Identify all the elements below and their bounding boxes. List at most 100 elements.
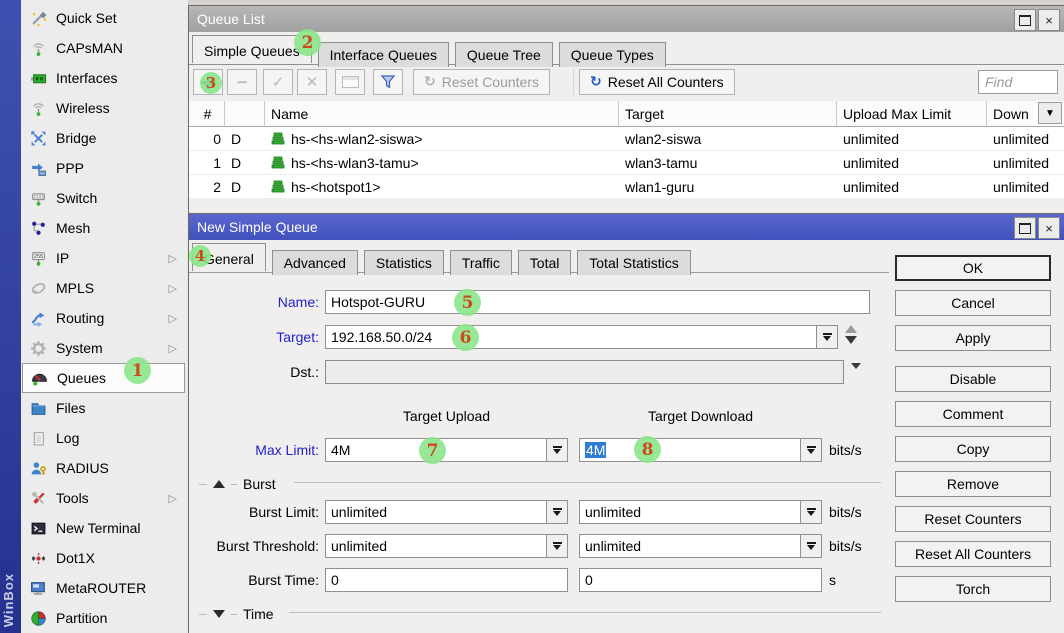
sidebar-item-mpls[interactable]: MPLS ▷: [22, 273, 185, 303]
sidebar-item-metarouter[interactable]: MetaROUTER: [22, 573, 185, 603]
col-header-flags[interactable]: [225, 101, 265, 126]
burst-limit-download-dropdown[interactable]: [800, 500, 822, 524]
disable-button[interactable]: ✕: [297, 69, 327, 95]
table-row[interactable]: 1 D hs-<hs-wlan3-tamu> wlan3-tamu unlimi…: [189, 151, 1064, 175]
remove-button[interactable]: Remove: [895, 471, 1051, 497]
maximize-icon[interactable]: [1014, 217, 1036, 239]
col-header-upload-max-limit[interactable]: Upload Max Limit: [837, 101, 987, 126]
max-limit-download-field[interactable]: 4M: [579, 438, 801, 462]
burst-time-upload-field[interactable]: 0: [325, 568, 568, 592]
sidebar-item-system[interactable]: System ▷: [22, 333, 185, 363]
mpls-tag-icon: [30, 280, 47, 297]
check-icon: ✓: [271, 73, 285, 91]
tab-advanced[interactable]: Advanced: [271, 250, 358, 275]
col-header-num[interactable]: #: [189, 101, 225, 126]
sidebar-item-ip[interactable]: 255 IP ▷: [22, 243, 185, 273]
apply-button[interactable]: Apply: [895, 325, 1051, 351]
queue-list-titlebar[interactable]: Queue List ×: [189, 6, 1064, 32]
burst-time-download-field[interactable]: 0: [579, 568, 822, 592]
sidebar-item-quick-set[interactable]: Quick Set: [22, 3, 185, 33]
tab-total[interactable]: Total: [517, 250, 572, 275]
submenu-arrow-icon: ▷: [168, 282, 177, 295]
sidebar-item-bridge[interactable]: Bridge: [22, 123, 185, 153]
burst-limit-download-field[interactable]: unlimited: [579, 500, 801, 524]
burst-limit-upload-dropdown[interactable]: [546, 500, 568, 524]
target-field[interactable]: 192.168.50.0/24: [325, 325, 817, 349]
burst-limit-upload-field[interactable]: unlimited: [325, 500, 547, 524]
table-row[interactable]: 0 D hs-<hs-wlan2-siswa> wlan2-siswa unli…: [189, 127, 1064, 151]
sidebar-item-ppp[interactable]: PPP: [22, 153, 185, 183]
column-select-button[interactable]: ▼: [1038, 102, 1062, 124]
annotation-6: 6: [452, 324, 479, 351]
remove-button[interactable]: −: [227, 69, 257, 95]
submenu-arrow-icon: ▷: [168, 252, 177, 265]
target-dropdown-button[interactable]: [816, 325, 838, 349]
find-input[interactable]: [978, 70, 1058, 94]
enable-button[interactable]: ✓: [263, 69, 293, 95]
simple-queue-icon: [271, 132, 285, 145]
dst-field[interactable]: [325, 360, 844, 384]
target-download-column-header: Target Download: [647, 408, 754, 424]
torch-button[interactable]: Torch: [895, 576, 1051, 602]
annotation-4: 4: [189, 245, 211, 267]
target-add-remove-spinner[interactable]: [845, 325, 857, 344]
sidebar-item-radius[interactable]: RADIUS: [22, 453, 185, 483]
sidebar-item-wireless[interactable]: Wireless: [22, 93, 185, 123]
tab-queue-types[interactable]: Queue Types: [558, 42, 666, 67]
sidebar-item-tools[interactable]: Tools ▷: [22, 483, 185, 513]
maximize-icon[interactable]: [1014, 9, 1036, 31]
dst-dropdown-arrow[interactable]: [851, 363, 861, 385]
tab-traffic[interactable]: Traffic: [449, 250, 512, 275]
burst-threshold-download-field[interactable]: unlimited: [579, 534, 801, 558]
cancel-button[interactable]: Cancel: [895, 290, 1051, 316]
comment-button[interactable]: [335, 69, 365, 95]
sidebar-item-files[interactable]: Files: [22, 393, 185, 423]
tab-statistics[interactable]: Statistics: [363, 250, 444, 275]
svg-text:255: 255: [34, 254, 43, 260]
close-icon[interactable]: ×: [1038, 9, 1060, 31]
x-icon: ✕: [305, 73, 319, 91]
sidebar-item-interfaces[interactable]: Interfaces: [22, 63, 185, 93]
time-section-label: Time: [243, 606, 274, 622]
reset-all-counters-button[interactable]: ↻ Reset All Counters: [579, 69, 735, 95]
ok-button[interactable]: OK: [895, 255, 1051, 281]
sidebar-item-log[interactable]: Log: [22, 423, 185, 453]
table-row[interactable]: 2 D hs-<hotspot1> wlan1-guru unlimited u…: [189, 175, 1064, 199]
sidebar-item-partition[interactable]: Partition: [22, 603, 185, 633]
burst-threshold-upload-field[interactable]: unlimited: [325, 534, 547, 558]
spinner-up-icon[interactable]: [845, 325, 857, 333]
network-card-icon: [30, 70, 47, 87]
tab-total-statistics[interactable]: Total Statistics: [577, 250, 691, 275]
tab-interface-queues[interactable]: Interface Queues: [317, 42, 450, 67]
sidebar-item-new-terminal[interactable]: New Terminal: [22, 513, 185, 543]
sidebar-item-label: Dot1X: [56, 550, 95, 566]
reset-counters-button[interactable]: ↻ Reset Counters: [413, 69, 551, 95]
time-section-toggle[interactable]: Time: [199, 606, 274, 622]
filter-button[interactable]: [373, 69, 403, 95]
sidebar-item-switch[interactable]: Switch: [22, 183, 185, 213]
comment-button[interactable]: Comment: [895, 401, 1051, 427]
close-icon[interactable]: ×: [1038, 217, 1060, 239]
burst-threshold-upload-dropdown[interactable]: [546, 534, 568, 558]
max-limit-upload-dropdown[interactable]: [546, 438, 568, 462]
sidebar-item-mesh[interactable]: Mesh: [22, 213, 185, 243]
col-header-name[interactable]: Name: [265, 101, 619, 126]
sidebar-item-capsman[interactable]: CAPsMAN: [22, 33, 185, 63]
max-limit-download-dropdown[interactable]: [800, 438, 822, 462]
tab-queue-tree[interactable]: Queue Tree: [454, 42, 553, 67]
burst-threshold-download-dropdown[interactable]: [800, 534, 822, 558]
dialog-titlebar[interactable]: New Simple Queue ×: [189, 214, 1064, 240]
sidebar-item-label: Tools: [56, 490, 89, 506]
sidebar-item-routing[interactable]: Routing ▷: [22, 303, 185, 333]
sidebar-item-dot1x[interactable]: Dot1X: [22, 543, 185, 573]
spinner-down-icon[interactable]: [845, 336, 857, 344]
name-field[interactable]: Hotspot-GURU: [325, 290, 870, 314]
sidebar-item-queues[interactable]: Queues: [22, 363, 185, 393]
disable-button[interactable]: Disable: [895, 366, 1051, 392]
col-header-target[interactable]: Target: [619, 101, 837, 126]
reset-all-counters-button[interactable]: Reset All Counters: [895, 541, 1051, 567]
burst-section-toggle[interactable]: Burst: [199, 476, 276, 492]
ip-255-icon: 255: [30, 250, 47, 267]
copy-button[interactable]: Copy: [895, 436, 1051, 462]
reset-counters-button[interactable]: Reset Counters: [895, 506, 1051, 532]
